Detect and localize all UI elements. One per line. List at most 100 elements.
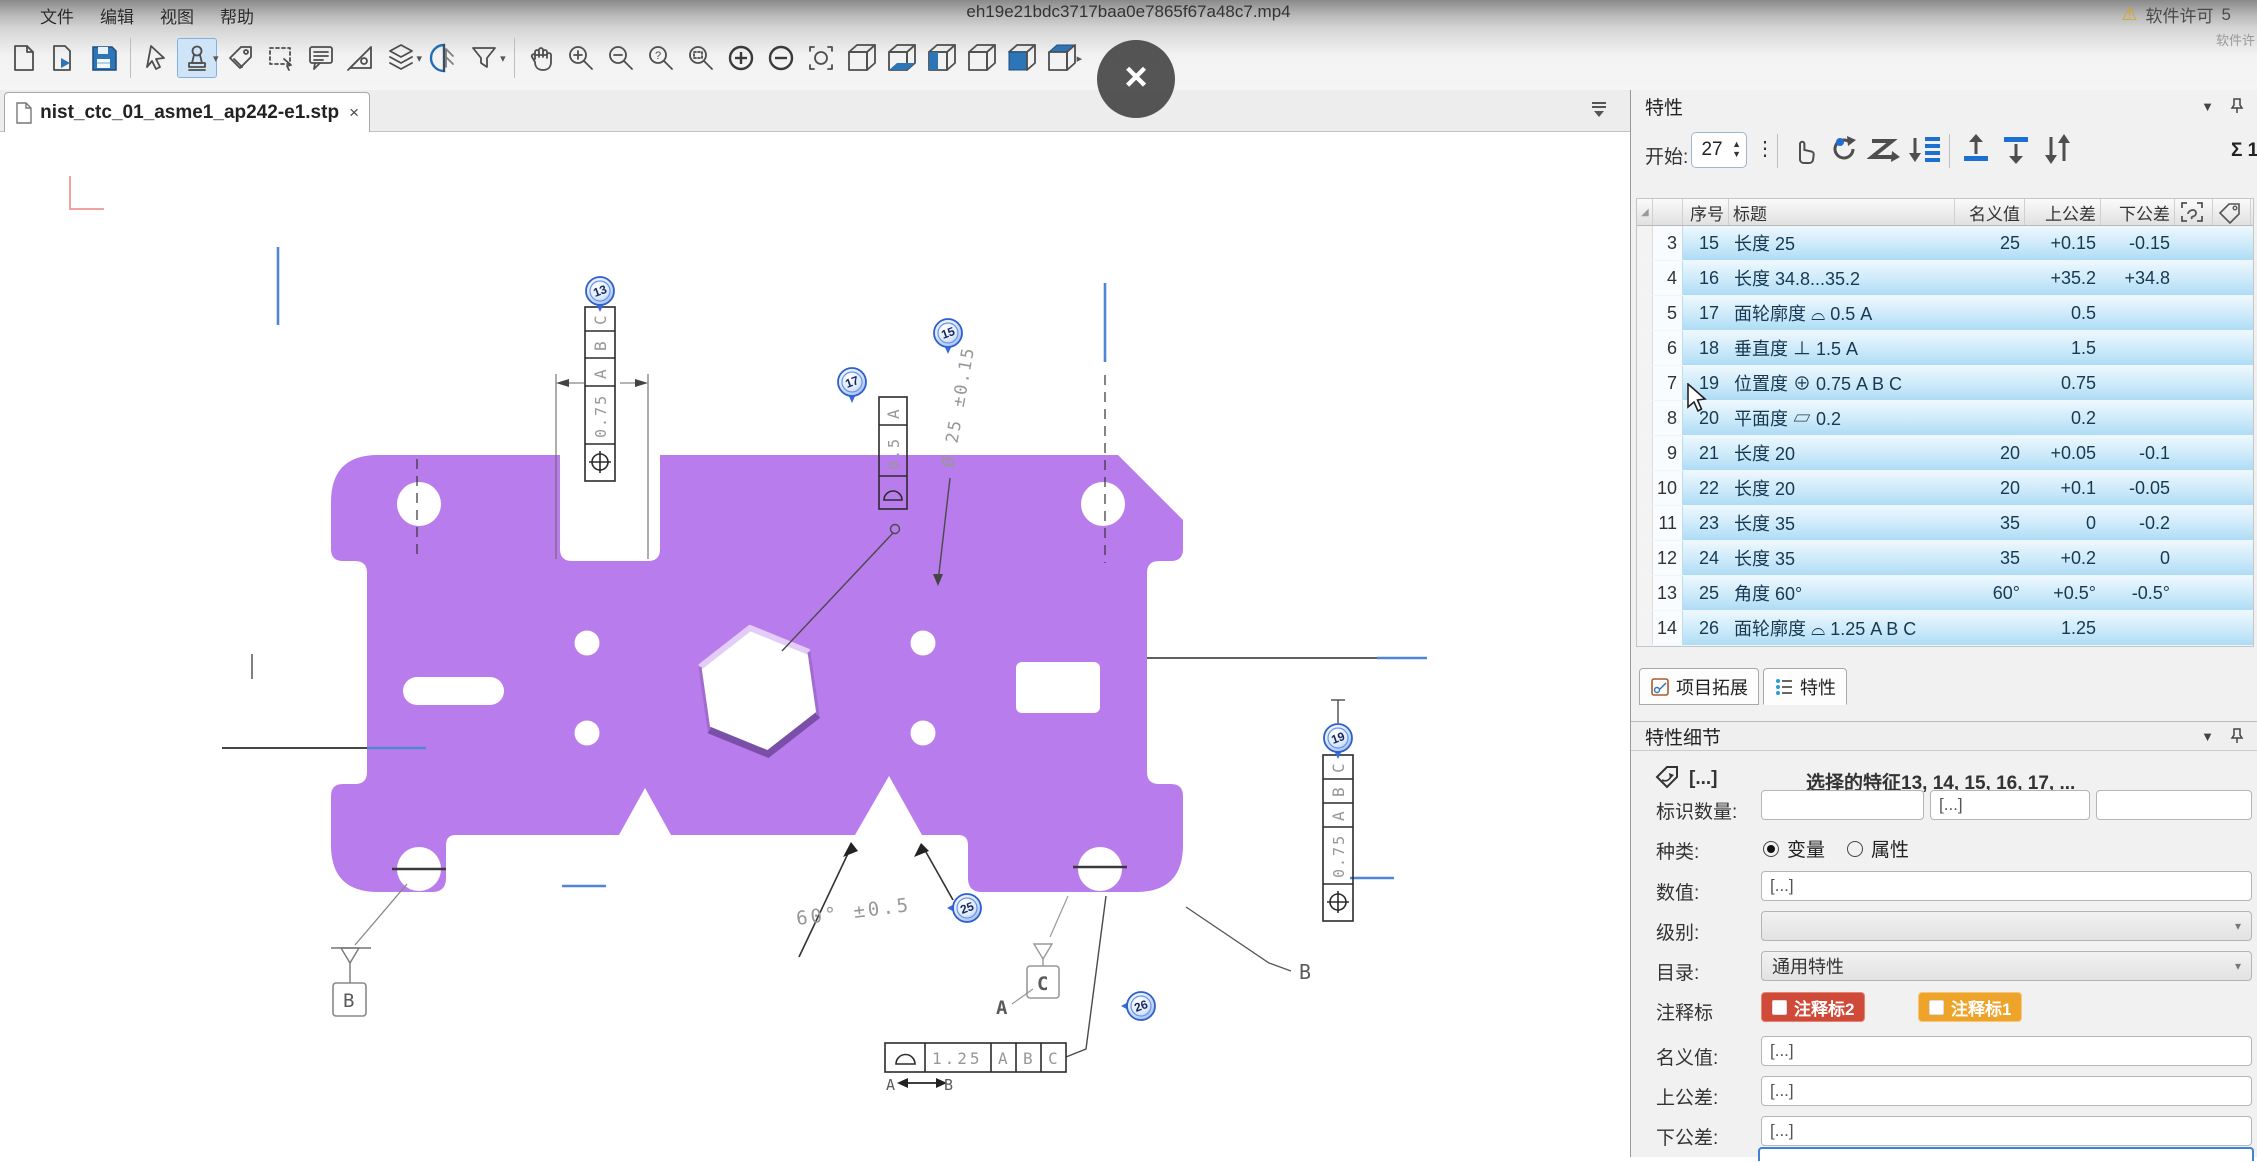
cutout-right[interactable]: [1016, 662, 1100, 713]
balloon-26[interactable]: 26: [1121, 992, 1155, 1020]
table-row[interactable]: 6 18 垂直度 ⊥ 1.5 A 1.5: [1637, 331, 2253, 366]
property-table-header[interactable]: ◢ 序号 标题 名义值 上公差 下公差: [1637, 199, 2253, 226]
checkbox-icon[interactable]: [1772, 1000, 1787, 1015]
measure-icon[interactable]: [341, 38, 381, 78]
spinner-down-icon[interactable]: ▼: [1732, 150, 1741, 160]
datum-c-symbol[interactable]: C: [1027, 896, 1068, 998]
menu-file[interactable]: 文件: [40, 3, 74, 28]
menu-help[interactable]: 帮助: [220, 3, 254, 28]
table-row[interactable]: 9 21 长度 20 20 +0.05 -0.1: [1637, 436, 2253, 471]
new-document-icon[interactable]: [4, 38, 44, 78]
view-cube-plain-icon[interactable]: [961, 38, 1001, 78]
id-count-input-3[interactable]: [2096, 790, 2252, 820]
table-row[interactable]: 7 19 位置度 ⊕ 0.75 A B C 0.75: [1637, 366, 2253, 401]
view-cube-top-icon[interactable]: [1041, 38, 1081, 78]
hole-top-right[interactable]: [1081, 482, 1125, 526]
menu-edit[interactable]: 编辑: [100, 3, 134, 28]
move-top-icon[interactable]: [1959, 132, 1993, 171]
comment-icon[interactable]: [301, 38, 341, 78]
balloon-17[interactable]: 17: [838, 368, 866, 403]
table-row[interactable]: 3 15 长度 25 25 +0.15 -0.15: [1637, 226, 2253, 261]
video-close-button[interactable]: ×: [1097, 40, 1175, 118]
catalog-select[interactable]: 通用特性 ▾: [1761, 951, 2252, 981]
pin-icon[interactable]: [2230, 98, 2244, 114]
collapse-caret-icon[interactable]: ▼: [2201, 729, 2214, 744]
note-chip-2[interactable]: 注释标2: [1761, 992, 1865, 1022]
stamp-dropdown-caret[interactable]: ▾: [213, 52, 219, 65]
tag-icon[interactable]: [2213, 199, 2251, 225]
pointer-hand-icon[interactable]: [1789, 136, 1819, 171]
table-row[interactable]: 8 20 平面度 ▱ 0.2 0.2: [1637, 401, 2253, 436]
tab-list-icon[interactable]: [1588, 100, 1610, 125]
balloon-19[interactable]: 19: [1324, 724, 1352, 759]
edge-label-b[interactable]: B: [1186, 907, 1311, 984]
zoom-selection-icon[interactable]: ?: [641, 38, 681, 78]
hole-top-left[interactable]: [397, 482, 441, 526]
fcf-profile-bottom[interactable]: 1.25 A B C A B: [885, 896, 1106, 1094]
rotate-sync-icon[interactable]: [1827, 132, 1861, 171]
section-view-icon[interactable]: [424, 38, 464, 78]
tab-close-icon[interactable]: ×: [349, 103, 359, 123]
tag-icon[interactable]: [221, 38, 261, 78]
small-hole[interactable]: [575, 631, 600, 656]
next-field-input[interactable]: [1758, 1147, 2254, 1161]
open-document-icon[interactable]: [44, 38, 84, 78]
views-dropdown-caret[interactable]: ▸: [1077, 52, 1083, 65]
note-chip-1[interactable]: 注释标1: [1918, 992, 2022, 1022]
cad-viewport[interactable]: C B A 0.75 A 0.5 Ø 25 ±0.15: [0, 132, 1630, 1157]
move-bottom-icon[interactable]: [1999, 132, 2033, 171]
table-row[interactable]: 10 22 长度 20 20 +0.1 -0.05: [1637, 471, 2253, 506]
small-hole[interactable]: [575, 721, 600, 746]
select-cursor-icon[interactable]: [137, 38, 177, 78]
highlight-selection-icon[interactable]: [2175, 199, 2213, 225]
zoom-window-icon[interactable]: [681, 38, 721, 78]
license-status[interactable]: ⚠ 软件许可 5: [2121, 2, 2231, 27]
radio-variable[interactable]: [1763, 841, 1779, 857]
table-row[interactable]: 5 17 面轮廓度 ⌓ 0.5 A 0.5: [1637, 296, 2253, 331]
view-cube-bottom-icon[interactable]: [881, 38, 921, 78]
view-cube-solid-icon[interactable]: [1001, 38, 1041, 78]
menu-view[interactable]: 视图: [160, 3, 194, 28]
swap-order-icon[interactable]: [2039, 132, 2075, 171]
table-row[interactable]: 14 26 面轮廓度 ⌓ 1.25 A B C 1.25: [1637, 611, 2253, 646]
z-order-icon[interactable]: [1867, 132, 1903, 171]
view-cube-left-icon[interactable]: [921, 38, 961, 78]
table-row[interactable]: 11 23 长度 35 35 0 -0.2: [1637, 506, 2253, 541]
hole-bottom-right[interactable]: [1078, 847, 1122, 891]
collapse-circle-icon[interactable]: [761, 38, 801, 78]
layers-icon[interactable]: [381, 38, 421, 78]
filter-icon[interactable]: [464, 38, 504, 78]
expand-circle-icon[interactable]: [721, 38, 761, 78]
pan-hand-icon[interactable]: [521, 38, 561, 78]
filter-dropdown-caret[interactable]: ▾: [500, 52, 506, 65]
stamp-icon[interactable]: [177, 38, 217, 78]
datum-a-label[interactable]: A: [996, 989, 1033, 1019]
zoom-in-icon[interactable]: [561, 38, 601, 78]
angle-dimension[interactable]: 60° ±0.5: [795, 842, 953, 957]
document-tab[interactable]: nist_ctc_01_asme1_ap242-e1.stp ×: [4, 92, 370, 132]
table-row[interactable]: 12 24 长度 35 35 +0.2 0: [1637, 541, 2253, 576]
save-icon[interactable]: [84, 38, 124, 78]
layers-dropdown-caret[interactable]: ▾: [417, 52, 423, 65]
lower-tol-input[interactable]: [1761, 1116, 2252, 1146]
zoom-fit-icon[interactable]: [801, 38, 841, 78]
selection-tag-icon[interactable]: [1653, 762, 1681, 795]
id-count-input-2[interactable]: [1930, 790, 2090, 820]
small-hole[interactable]: [911, 721, 936, 746]
datum-b-symbol[interactable]: B: [331, 884, 407, 1016]
spinner-menu-icon[interactable]: ⋮: [1755, 136, 1775, 161]
upper-tol-input[interactable]: [1761, 1076, 2252, 1106]
nominal-input[interactable]: [1761, 1036, 2252, 1066]
collapse-caret-icon[interactable]: ▼: [2201, 99, 2214, 114]
tab-project-tree[interactable]: 项目拓展: [1639, 668, 1759, 705]
level-select[interactable]: ▾: [1761, 911, 2252, 941]
tab-properties[interactable]: 特性: [1763, 668, 1847, 705]
table-row[interactable]: 13 25 角度 60° 60° +0.5° -0.5°: [1637, 576, 2253, 611]
small-hole[interactable]: [911, 631, 936, 656]
zoom-out-icon[interactable]: [601, 38, 641, 78]
sort-list-down-icon[interactable]: [1907, 132, 1943, 171]
fcf-position-left[interactable]: C B A 0.75: [585, 307, 615, 481]
value-input[interactable]: [1761, 871, 2252, 901]
id-count-input-1[interactable]: [1761, 790, 1924, 820]
view-cube-front-icon[interactable]: [841, 38, 881, 78]
